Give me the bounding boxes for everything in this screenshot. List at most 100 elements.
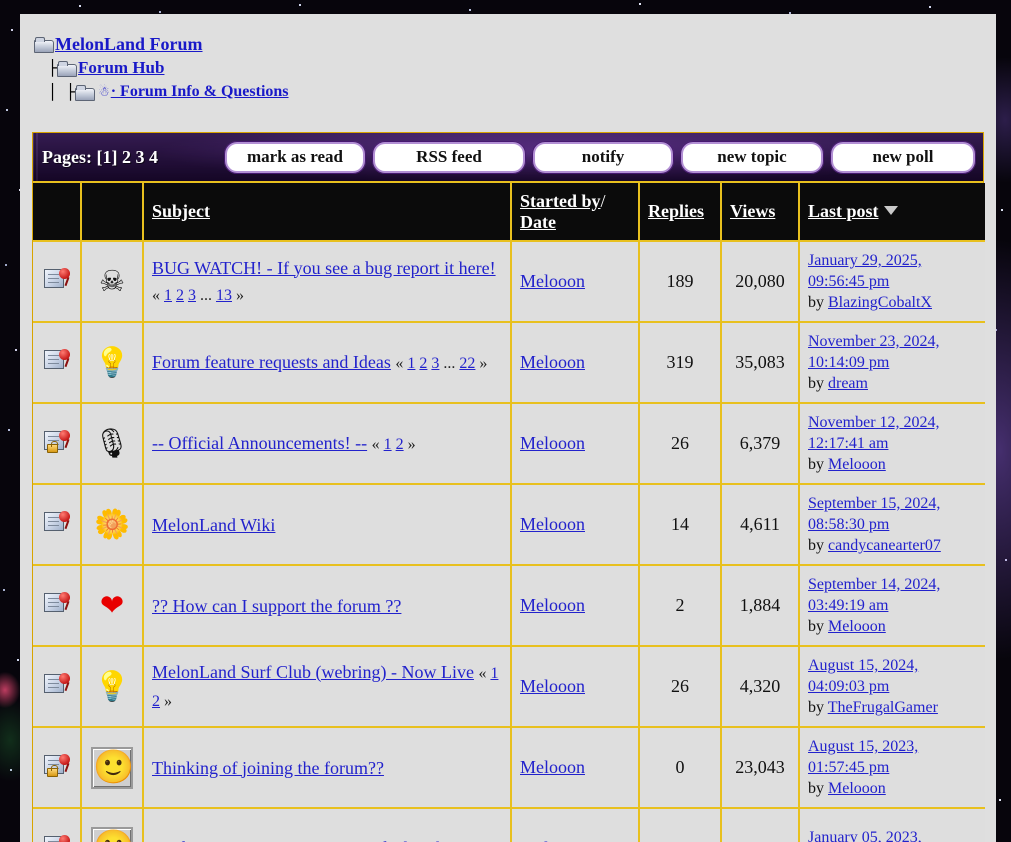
new-topic-button[interactable]: new topic: [680, 140, 824, 174]
topic-author-link[interactable]: Melooon: [520, 757, 585, 777]
topic-last-post-cell: August 15, 2023, 01:57:45 pm by Melooon: [799, 727, 985, 809]
topic-started-by-cell: Melooon: [511, 241, 640, 323]
mark-as-read-button[interactable]: mark as read: [224, 140, 366, 174]
last-post-by-label: by: [808, 375, 824, 392]
topic-author-link[interactable]: Melooon: [520, 352, 585, 372]
topic-title-link[interactable]: MelonLand Wiki: [152, 515, 275, 535]
last-post-by-label: by: [808, 699, 824, 716]
header-icon: [81, 183, 144, 242]
folder-icon: [57, 60, 78, 77]
last-post-by-label: by: [808, 537, 824, 554]
topic-author-link[interactable]: Melooon: [520, 433, 585, 453]
topic-flag-cell: [33, 727, 82, 809]
last-post-date-link[interactable]: January 29, 2025, 09:56:45 pm: [808, 252, 922, 290]
topic-title-link[interactable]: ?? How can I support the forum ??: [152, 596, 401, 616]
topic-title-link[interactable]: BUG WATCH! - If you see a bug report it …: [152, 258, 496, 278]
topic-started-by-cell: Melooon: [511, 565, 640, 647]
topic-page-link-last[interactable]: 13: [216, 287, 232, 304]
sort-descending-arrow-icon[interactable]: [883, 206, 898, 216]
last-post-date-link[interactable]: September 14, 2024, 03:49:19 am: [808, 576, 940, 614]
sort-by-subject-link[interactable]: Subject: [152, 201, 210, 221]
last-post-date-link[interactable]: January 05, 2023, 07:28:50 pm: [808, 829, 922, 842]
table-header-row: Subject Started by/ Date Replies Views L…: [33, 183, 985, 242]
topic-page-link[interactable]: 3: [431, 355, 439, 372]
topic-last-post-cell: January 29, 2025, 09:56:45 pm by BlazingC…: [799, 241, 985, 323]
table-row: 🙂 Thinking of joining the forum?? Melooon 0…: [33, 727, 985, 809]
notify-button[interactable]: notify: [532, 140, 674, 174]
breadcrumb-link-forum-hub[interactable]: Forum Hub: [78, 58, 164, 78]
sort-by-date-link[interactable]: Date: [520, 212, 556, 232]
last-post-author-link[interactable]: dream: [828, 375, 868, 392]
last-post-author-link[interactable]: Melooon: [828, 618, 886, 635]
last-post-by-label: by: [808, 294, 824, 311]
topic-icon-cell: ☠: [81, 241, 144, 323]
breadcrumb-item-forum[interactable]: MelonLand Forum: [34, 32, 289, 56]
flower-icon: 🌼: [93, 508, 131, 541]
smiley-face-icon: 🙂: [91, 827, 134, 842]
topic-title-link[interactable]: Thinking of joining the forum??: [152, 758, 384, 778]
sort-by-started-by-link[interactable]: Started by: [520, 191, 601, 211]
pagination: Pages: [1] 2 3 4: [42, 147, 158, 168]
topic-page-link[interactable]: 1: [384, 436, 392, 453]
pagination-page-2[interactable]: 2: [122, 147, 131, 167]
breadcrumb-item-hub[interactable]: ├ Forum Hub: [34, 56, 289, 80]
table-row: 🌼 MelonLand Wiki Melooon 14 4,611 September 1…: [33, 484, 985, 566]
new-poll-button[interactable]: new poll: [830, 140, 976, 174]
pagination-page-3[interactable]: 3: [135, 147, 144, 167]
last-post-date-link[interactable]: November 23, 2024, 10:14:09 pm: [808, 333, 940, 371]
last-post-date-link[interactable]: August 15, 2023, 01:57:45 pm: [808, 738, 918, 776]
last-post-author-link[interactable]: TheFrugalGamer: [828, 699, 938, 716]
sticky-pin-icon: [43, 591, 70, 615]
topic-views-cell: 4,611: [721, 484, 800, 566]
sort-by-replies-link[interactable]: Replies: [648, 201, 704, 221]
pagination-page-4[interactable]: 4: [149, 147, 158, 167]
topic-replies-cell: 2: [639, 565, 722, 647]
topic-page-link[interactable]: 1: [164, 287, 172, 304]
topic-page-link[interactable]: 1: [490, 665, 498, 682]
last-post-date-link[interactable]: August 15, 2024, 04:09:03 pm: [808, 657, 918, 695]
topic-page-link[interactable]: 3: [188, 287, 196, 304]
topic-last-post-cell: September 14, 2024, 03:49:19 am by Melooo…: [799, 565, 985, 647]
topic-subject-cell: Thinking of joining the forum??: [143, 727, 512, 809]
sort-by-views-link[interactable]: Views: [730, 201, 775, 221]
topic-last-post-cell: November 12, 2024, 12:17:41 am by Melooon: [799, 403, 985, 485]
rss-feed-button[interactable]: RSS feed: [372, 140, 526, 174]
topic-page-link[interactable]: 2: [419, 355, 427, 372]
topic-title-link[interactable]: -- Official Announcements! --: [152, 433, 367, 453]
topic-title-link[interactable]: Forum feature requests and Ideas: [152, 352, 391, 372]
last-post-author-link[interactable]: BlazingCobaltX: [828, 294, 932, 311]
sticky-pin-icon: [43, 348, 70, 372]
topic-title-link[interactable]: Moderation Requests - How to deal with: [152, 838, 445, 842]
topic-page-link[interactable]: 1: [407, 355, 415, 372]
sort-by-last-post-link[interactable]: Last post: [808, 201, 879, 221]
topic-title-link[interactable]: MelonLand Surf Club (webring) - Now Live: [152, 662, 474, 682]
topic-table-body: ☠ BUG WATCH! - If you see a bug report it…: [33, 241, 985, 842]
topic-started-by-cell: Melooon: [511, 484, 640, 566]
topic-page-link[interactable]: 2: [176, 287, 184, 304]
breadcrumb-link-forum-info-questions[interactable]: · Forum Info & Questions: [111, 82, 289, 102]
topic-author-link[interactable]: Melooon: [520, 514, 585, 534]
header-flag: [33, 183, 82, 242]
breadcrumb-link-melonland-forum[interactable]: MelonLand Forum: [55, 34, 203, 54]
last-post-date-link[interactable]: November 12, 2024, 12:17:41 am: [808, 414, 940, 452]
last-post-author-link[interactable]: Melooon: [828, 780, 886, 797]
topic-author-link[interactable]: Melooon: [520, 595, 585, 615]
last-post-author-link[interactable]: candycanearter07: [828, 537, 941, 554]
topic-page-link[interactable]: 2: [396, 436, 404, 453]
topic-author-link[interactable]: Melooon: [520, 676, 585, 696]
topic-author-link[interactable]: Melooon: [520, 271, 585, 291]
last-post-date-link[interactable]: September 15, 2024, 08:58:30 pm: [808, 495, 940, 533]
topic-icon-cell: 💡: [81, 322, 144, 404]
table-row: 💡 MelonLand Surf Club (webring) - Now Liv…: [33, 646, 985, 728]
last-post-by-label: by: [808, 456, 824, 473]
topic-views-cell: 1,716: [721, 808, 800, 842]
topic-page-link-last[interactable]: 22: [459, 355, 475, 372]
topic-author-link[interactable]: Melooon: [520, 838, 585, 842]
breadcrumb-item-info[interactable]: │ ├ ☃ · Forum Info & Questions: [34, 80, 289, 104]
topic-views-cell: 35,083: [721, 322, 800, 404]
skull-icon: ☠: [99, 265, 125, 298]
header-subject: Subject: [143, 183, 512, 242]
topic-subject-cell: Forum feature requests and Ideas « 1 2 3…: [143, 322, 512, 404]
topic-page-link[interactable]: 2: [152, 693, 160, 710]
last-post-author-link[interactable]: Melooon: [828, 456, 886, 473]
